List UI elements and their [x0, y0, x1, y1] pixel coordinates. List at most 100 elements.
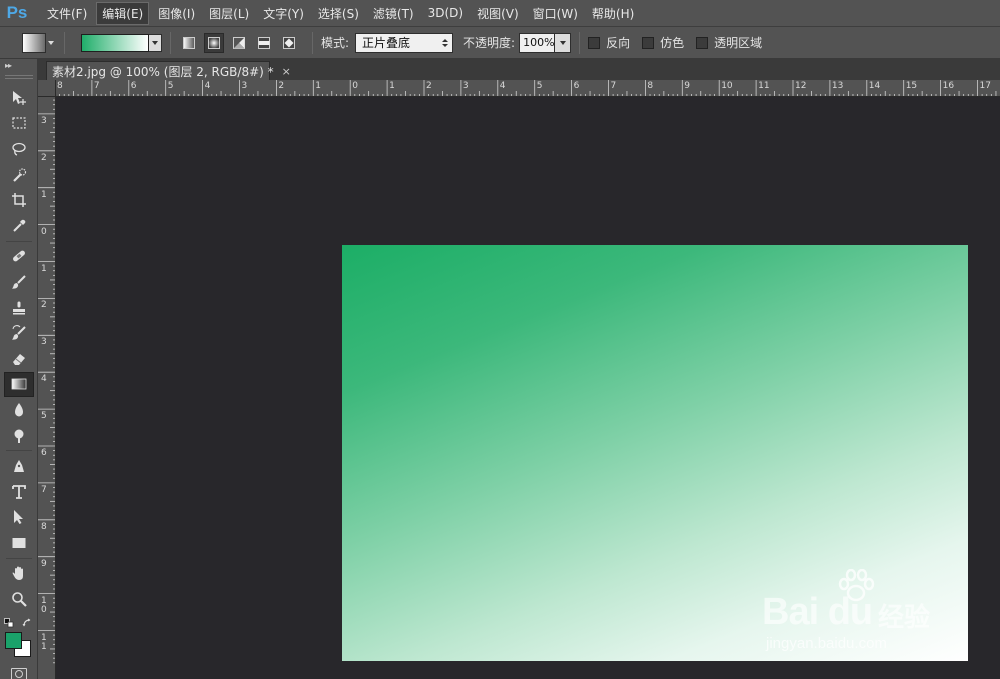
move-tool[interactable] [4, 85, 34, 111]
mode-select[interactable]: 正片叠底 [355, 32, 454, 53]
canvas-area[interactable]: Bai du 经验 jingyan.baidu.com [56, 97, 1000, 679]
menu-item-1[interactable]: 编辑(E) [96, 1, 150, 25]
angle-gradient-button[interactable] [229, 33, 249, 53]
dither-checkbox[interactable] [642, 36, 655, 49]
ruler-origin[interactable] [38, 80, 56, 97]
ruler-label: 5 [41, 411, 47, 422]
hand-tool[interactable] [4, 561, 34, 587]
dither-label: 仿色 [660, 36, 685, 50]
pen-tool[interactable] [4, 453, 34, 479]
panel-grip[interactable] [5, 75, 33, 79]
type-tool[interactable] [4, 479, 34, 505]
linear-gradient-button[interactable] [179, 33, 199, 53]
transparency-option[interactable]: 透明区域 [696, 34, 762, 51]
menu-item-6[interactable]: 滤镜(T) [368, 3, 419, 24]
quick-selection-tool[interactable] [4, 162, 34, 188]
eraser-tool[interactable] [4, 346, 34, 372]
marquee-tool[interactable] [4, 111, 34, 137]
default-colors-icon[interactable] [4, 617, 14, 628]
dither-option[interactable]: 仿色 [642, 34, 684, 51]
swap-colors-icon[interactable] [22, 618, 32, 628]
ruler-label: 0 [41, 226, 47, 237]
menu-item-9[interactable]: 窗口(W) [528, 3, 583, 24]
ruler-label: 3 [41, 337, 47, 348]
watermark-cn: 经验 [878, 603, 931, 633]
zoom-tool[interactable] [4, 586, 34, 612]
ruler-label: 4 [204, 81, 211, 91]
menu-item-8[interactable]: 视图(V) [472, 3, 524, 24]
photoshop-window: Ps 文件(F) 编辑(E) 图像(I) 图层(L) 文字(Y) 选择(S) 滤镜(T) 3D… [0, 0, 1000, 679]
reflected-gradient-button[interactable] [254, 33, 274, 53]
crop-tool[interactable] [4, 187, 34, 213]
healing-brush-tool[interactable] [4, 244, 34, 270]
ruler-label: 11 [758, 81, 770, 91]
angle-gradient-icon [233, 36, 245, 49]
hand-icon [12, 566, 23, 581]
options-divider [64, 31, 65, 54]
opacity-input[interactable]: 100% [519, 32, 556, 53]
ruler-label: 16 [942, 81, 955, 91]
ruler-label: 1 [315, 81, 322, 91]
document-image[interactable]: Bai du 经验 jingyan.baidu.com [342, 245, 968, 661]
options-divider [312, 31, 313, 54]
diamond-gradient-button[interactable] [279, 33, 299, 53]
clone-stamp-tool[interactable] [4, 295, 34, 321]
document-tab[interactable]: 素材2.jpg @ 100% (图层 2, RGB/8#) * × [46, 61, 291, 80]
ruler-label: 6 [41, 448, 47, 458]
vertical-ruler[interactable]: 432101234567891011 [38, 97, 56, 679]
ruler-label: 2 [41, 300, 47, 311]
ruler-label: 6 [573, 81, 580, 91]
menu-item-5[interactable]: 选择(S) [313, 3, 364, 24]
horizontal-ruler[interactable]: 8 7 6 5 4 3 2 1 0 1 2 3 4 5 6 7 8 9 10 11 12 13 14 15 16 17 [56, 80, 1000, 97]
dodge-tool[interactable] [4, 423, 34, 449]
quick-mask-icon[interactable] [11, 667, 27, 679]
menu-item-4[interactable]: 文字(Y) [258, 3, 309, 24]
linear-gradient-icon [183, 36, 195, 49]
document-tab-bar: 素材2.jpg @ 100% (图层 2, RGB/8#) * × [38, 59, 1000, 80]
reflected-gradient-icon [258, 36, 270, 49]
eyedropper-tool[interactable] [4, 213, 34, 239]
collapse-panel-icon[interactable]: ▸▸ [0, 59, 37, 73]
ruler-label: 5 [536, 81, 543, 91]
history-brush-tool[interactable] [4, 320, 34, 346]
radial-gradient-button[interactable] [204, 32, 224, 53]
blur-tool[interactable] [4, 397, 34, 423]
reverse-option[interactable]: 反向 [588, 34, 630, 51]
menu-item-2[interactable]: 图像(I) [153, 3, 200, 24]
ruler-label: 11 [41, 632, 47, 652]
ruler-label: 2 [426, 81, 432, 91]
ruler-label: 9 [684, 81, 691, 91]
ruler-label: 8 [41, 521, 47, 532]
watermark-brand: Bai du [762, 591, 873, 633]
menu-item-7[interactable]: 3D(D) [423, 4, 468, 22]
tool-preset-picker[interactable] [22, 32, 46, 53]
gradient-icon [11, 378, 27, 390]
marquee-icon [12, 117, 26, 129]
tool-preset-dropdown-icon[interactable] [46, 33, 56, 53]
menu-item-3[interactable]: 图层(L) [204, 3, 254, 24]
brush-tool[interactable] [4, 269, 34, 295]
gradient-tool[interactable] [4, 371, 34, 398]
ruler-label: 17 [979, 81, 991, 91]
ruler-label: 12 [795, 81, 807, 91]
diamond-gradient-icon [283, 36, 295, 49]
menu-item-10[interactable]: 帮助(H) [587, 3, 639, 24]
path-selection-tool[interactable] [4, 505, 34, 531]
gradient-picker-dropdown[interactable] [149, 33, 162, 52]
reverse-checkbox[interactable] [588, 36, 601, 49]
close-icon[interactable]: × [282, 65, 291, 78]
ruler-label: 8 [647, 81, 654, 91]
menu-item-0[interactable]: 文件(F) [42, 3, 92, 24]
gradient-editor-swatch[interactable] [81, 33, 149, 52]
toolbar-divider [6, 557, 32, 559]
foreground-color-swatch[interactable] [5, 631, 22, 649]
options-divider [579, 31, 581, 54]
blur-icon [15, 402, 23, 417]
menu-items: 文件(F) 编辑(E) 图像(I) 图层(L) 文字(Y) 选择(S) 滤镜(T) 3D(D)… [42, 1, 643, 25]
ruler-label: 4 [41, 374, 47, 385]
lasso-tool[interactable] [4, 136, 34, 162]
opacity-slider-dropdown[interactable] [555, 32, 572, 53]
rectangle-tool[interactable] [4, 530, 34, 556]
ruler-label: 13 [831, 81, 844, 91]
transparency-checkbox[interactable] [696, 36, 709, 49]
